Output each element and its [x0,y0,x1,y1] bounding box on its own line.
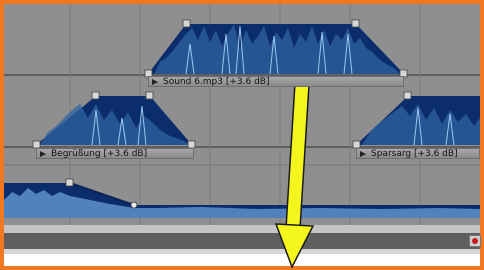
clip-label-begruessung[interactable]: Begrüßung [+3.6 dB] [36,148,194,159]
play-triangle-icon [40,151,46,157]
clip-label-sound-6[interactable]: Sound 6.mp3 [+3.6 dB] [148,76,404,87]
envelope-handle-icon[interactable] [65,178,74,187]
clip-label-text: Sound 6.mp3 [+3.6 dB] [163,77,270,87]
envelope-handle-icon[interactable] [352,140,361,149]
envelope-node-icon[interactable] [130,201,138,209]
clip-label-text: Sparsarg [+3.6 dB] [371,149,458,159]
envelope-handle-icon[interactable] [91,91,100,100]
envelope-handle-icon[interactable] [403,91,412,100]
horizontal-scrollbar[interactable] [4,225,480,233]
envelope-handle-icon[interactable] [32,140,41,149]
clip-label-sparsarg[interactable]: Sparsarg [+3.6 dB] [356,148,480,159]
envelope-handle-icon[interactable] [351,19,360,28]
bottom-bevel [4,249,480,254]
record-button[interactable] [469,235,481,247]
clip-label-text: Begrüßung [+3.6 dB] [51,149,148,159]
record-icon [472,238,478,244]
envelope-handle-icon[interactable] [145,91,154,100]
envelope-handle-icon[interactable] [182,19,191,28]
play-triangle-icon [152,79,158,85]
play-triangle-icon [360,151,366,157]
envelope-handle-icon[interactable] [187,140,196,149]
audio-timeline-editor [0,0,484,270]
status-strip [4,233,480,249]
